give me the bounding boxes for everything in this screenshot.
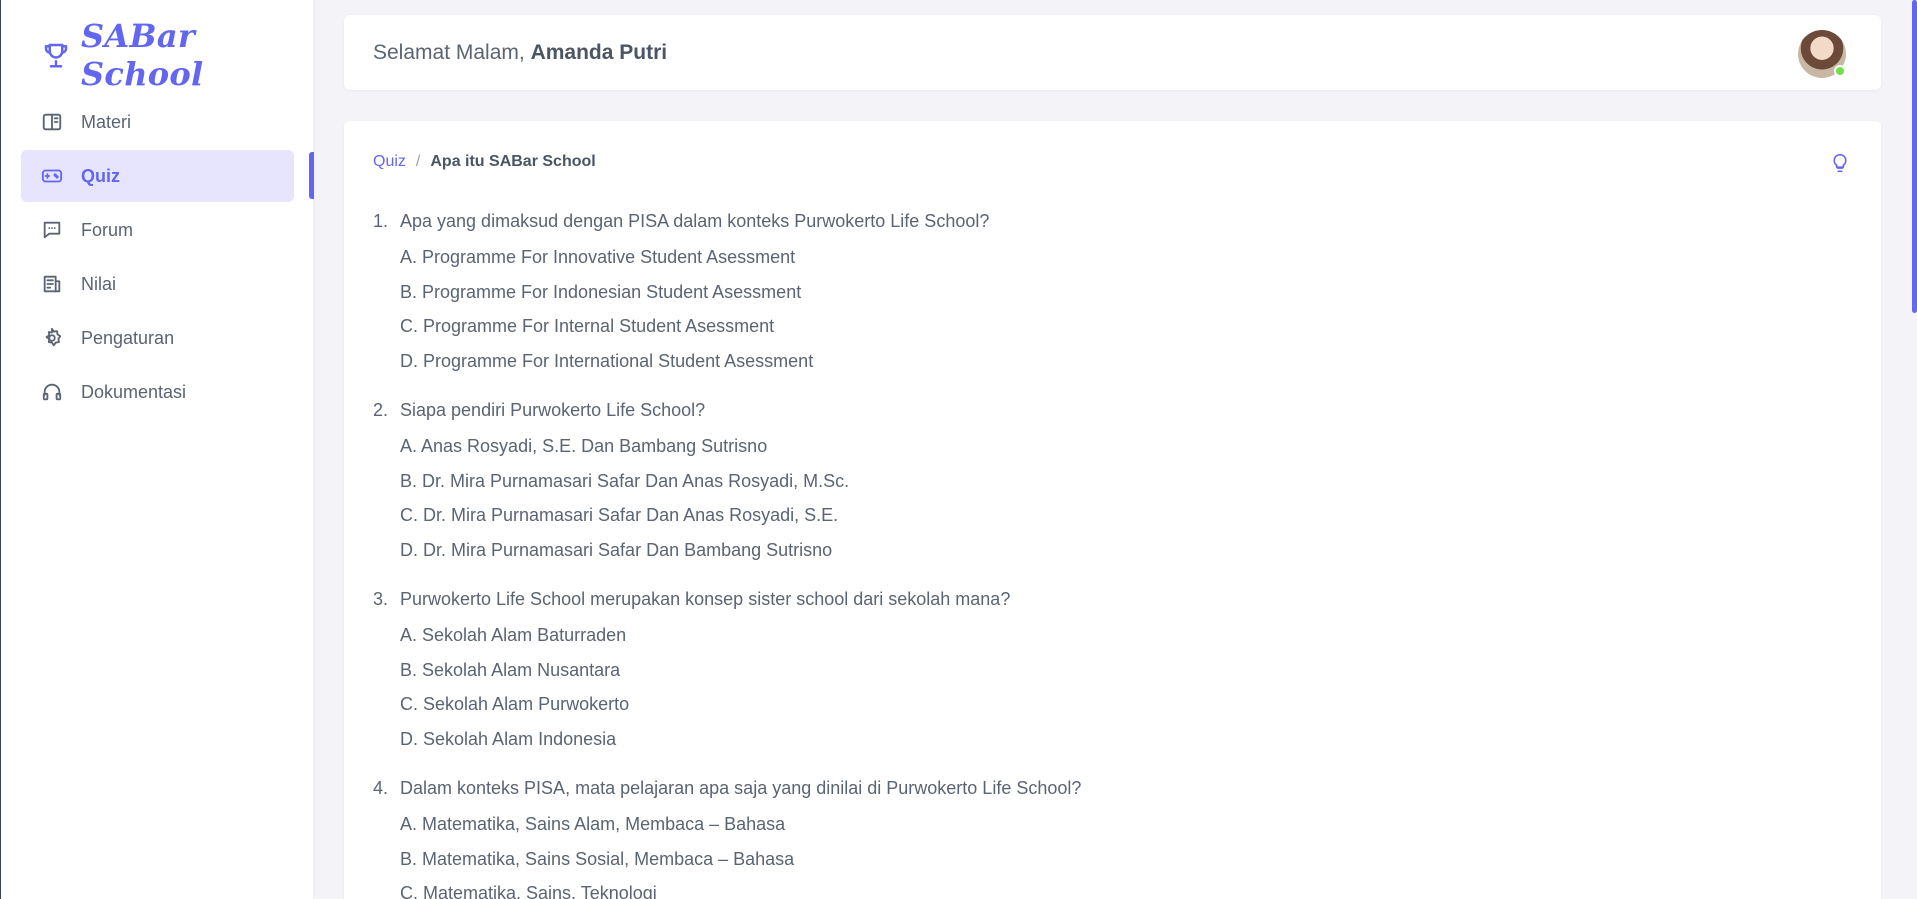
question-number: 3.	[373, 589, 389, 609]
answer-option[interactable]: C. Programme For Internal Student Asessm…	[400, 309, 1773, 344]
question-label: Siapa pendiri Purwokerto Life School?	[400, 400, 706, 420]
answer-option[interactable]: B. Sekolah Alam Nusantara	[400, 653, 1773, 688]
sidebar-item-quiz[interactable]: Quiz	[21, 150, 294, 202]
breadcrumb: Quiz / Apa itu SABar School	[373, 153, 596, 171]
sidebar-item-dokumentasi[interactable]: Dokumentasi	[21, 366, 294, 418]
greeting-salutation: Selamat Malam,	[373, 40, 525, 64]
answer-option[interactable]: C. Dr. Mira Purnamasari Safar Dan Anas R…	[400, 498, 1773, 533]
question-text: 2. Siapa pendiri Purwokerto Life School?	[373, 396, 1773, 424]
user-name: Amanda Putri	[530, 40, 668, 64]
question-text: 3. Purwokerto Life School merupakan kons…	[373, 585, 1773, 613]
top-header: Selamat Malam, Amanda Putri	[344, 15, 1881, 90]
option-list: A. Matematika, Sains Alam, Membaca – Bah…	[373, 807, 1773, 899]
sidebar-item-label: Forum	[81, 219, 134, 240]
sidebar-item-forum[interactable]: Forum	[21, 204, 294, 256]
avatar[interactable]	[1798, 30, 1846, 78]
sidebar-item-label: Pengaturan	[81, 327, 175, 348]
sidebar-item-nilai[interactable]: Nilai	[21, 258, 294, 310]
headphones-icon	[41, 381, 63, 403]
answer-option[interactable]: C. Matematika, Sains, Teknologi	[400, 876, 1773, 899]
lightbulb-icon[interactable]	[1829, 151, 1851, 175]
question-label: Apa yang dimaksud dengan PISA dalam kont…	[400, 211, 990, 231]
sidebar-item-label: Materi	[81, 111, 132, 132]
sidebar: SABar School Materi Quiz Forum Nilai Pen…	[0, 0, 314, 899]
answer-option[interactable]: D. Sekolah Alam Indonesia	[400, 722, 1773, 757]
answer-option[interactable]: D. Dr. Mira Purnamasari Safar Dan Bamban…	[400, 533, 1773, 568]
sidebar-nav: Materi Quiz Forum Nilai Pengaturan Dokum…	[21, 96, 294, 420]
question-item: 4. Dalam konteks PISA, mata pelajaran ap…	[373, 774, 1773, 899]
question-text: 1. Apa yang dimaksud dengan PISA dalam k…	[373, 207, 1773, 235]
question-number: 2.	[373, 400, 389, 420]
online-status-dot	[1834, 65, 1846, 77]
question-label: Purwokerto Life School merupakan konsep …	[400, 589, 1011, 609]
message-dots-icon	[41, 219, 63, 241]
sidebar-item-pengaturan[interactable]: Pengaturan	[21, 312, 294, 364]
question-number: 4.	[373, 778, 389, 798]
question-item: 1. Apa yang dimaksud dengan PISA dalam k…	[373, 207, 1773, 378]
answer-option[interactable]: B. Programme For Indonesian Student Ases…	[400, 275, 1773, 310]
question-list: 1. Apa yang dimaksud dengan PISA dalam k…	[373, 207, 1773, 899]
breadcrumb-link-quiz[interactable]: Quiz	[373, 153, 406, 171]
question-text: 4. Dalam konteks PISA, mata pelajaran ap…	[373, 774, 1773, 802]
brand-logo[interactable]: SABar School	[41, 17, 313, 93]
answer-option[interactable]: B. Matematika, Sains Sosial, Membaca – B…	[400, 842, 1773, 877]
question-item: 3. Purwokerto Life School merupakan kons…	[373, 585, 1773, 756]
option-list: A. Anas Rosyadi, S.E. Dan Bambang Sutris…	[373, 429, 1773, 567]
question-label: Dalam konteks PISA, mata pelajaran apa s…	[400, 778, 1082, 798]
sidebar-item-label: Nilai	[81, 273, 117, 294]
option-list: A. Sekolah Alam Baturraden B. Sekolah Al…	[373, 618, 1773, 756]
quiz-card: Quiz / Apa itu SABar School 1. Apa yang …	[344, 121, 1881, 899]
gear-icon	[41, 327, 63, 349]
sidebar-item-label: Quiz	[81, 165, 120, 186]
answer-option[interactable]: C. Sekolah Alam Purwokerto	[400, 687, 1773, 722]
answer-option[interactable]: B. Dr. Mira Purnamasari Safar Dan Anas R…	[400, 464, 1773, 499]
question-number: 1.	[373, 211, 389, 231]
answer-option[interactable]: A. Sekolah Alam Baturraden	[400, 618, 1773, 653]
page-scrollbar[interactable]	[1912, 0, 1917, 899]
scrollbar-thumb[interactable]	[1912, 0, 1917, 313]
trophy-icon	[41, 40, 71, 70]
book-open-icon	[41, 111, 63, 133]
question-item: 2. Siapa pendiri Purwokerto Life School?…	[373, 396, 1773, 567]
answer-option[interactable]: A. Anas Rosyadi, S.E. Dan Bambang Sutris…	[400, 429, 1773, 464]
answer-option[interactable]: A. Programme For Innovative Student Ases…	[400, 240, 1773, 275]
answer-option[interactable]: A. Matematika, Sains Alam, Membaca – Bah…	[400, 807, 1773, 842]
breadcrumb-current: Apa itu SABar School	[430, 153, 596, 170]
sidebar-item-label: Dokumentasi	[81, 381, 187, 402]
sidebar-item-materi[interactable]: Materi	[21, 96, 294, 148]
report-icon	[41, 273, 63, 295]
active-indicator	[309, 152, 314, 199]
answer-option[interactable]: D. Programme For International Student A…	[400, 344, 1773, 379]
option-list: A. Programme For Innovative Student Ases…	[373, 240, 1773, 378]
gamepad-icon	[41, 165, 63, 187]
brand-name: SABar School	[81, 17, 204, 93]
greeting-text: Selamat Malam, Amanda Putri	[373, 41, 667, 65]
breadcrumb-separator: /	[415, 153, 421, 170]
